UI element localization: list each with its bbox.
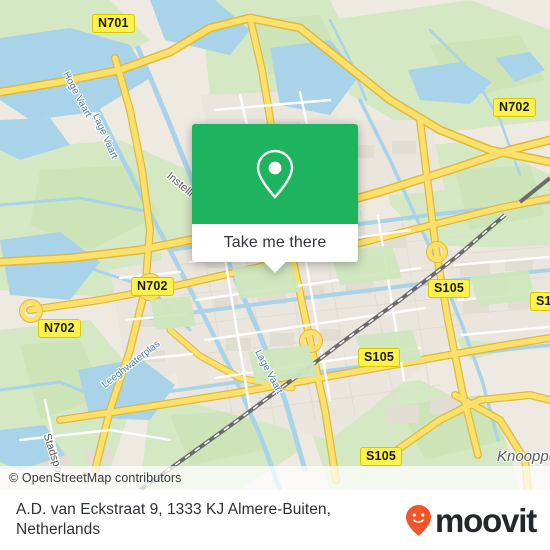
map-screenshot: N701 N702 N702 N702 S105 S105 S105 S1 Ho… xyxy=(0,0,550,550)
map-attribution[interactable]: © OpenStreetMap contributors xyxy=(0,466,550,490)
road-shield: N702 xyxy=(493,98,536,117)
attribution-text: © OpenStreetMap contributors xyxy=(9,471,182,485)
moovit-pin-icon xyxy=(406,504,432,536)
moovit-logo[interactable]: moovit xyxy=(404,501,537,539)
map-area[interactable]: N701 N702 N702 N702 S105 S105 S105 S1 Ho… xyxy=(0,0,550,490)
card-icon-area xyxy=(192,124,358,224)
card-pointer-tail xyxy=(264,262,286,273)
road-shield: N702 xyxy=(131,277,174,296)
card-action-bar[interactable]: Take me there xyxy=(192,224,358,273)
place-label: Knooppun xyxy=(497,448,550,465)
footer-bar: A.D. van Eckstraat 9, 1333 KJ Almere-Bui… xyxy=(0,490,550,550)
map-pin-icon xyxy=(256,149,294,199)
road-shield: S1 xyxy=(530,292,550,311)
road-shield: N702 xyxy=(38,319,81,338)
take-me-there-card[interactable]: Take me there xyxy=(192,124,358,273)
moovit-wordmark: moovit xyxy=(435,501,537,539)
road-shield: N701 xyxy=(92,14,135,33)
road-shield: S105 xyxy=(428,279,470,298)
address-text: A.D. van Eckstraat 9, 1333 KJ Almere-Bui… xyxy=(16,501,331,538)
road-shield: S105 xyxy=(360,447,402,466)
road-shield: S105 xyxy=(358,348,400,367)
take-me-there-label: Take me there xyxy=(223,234,327,251)
